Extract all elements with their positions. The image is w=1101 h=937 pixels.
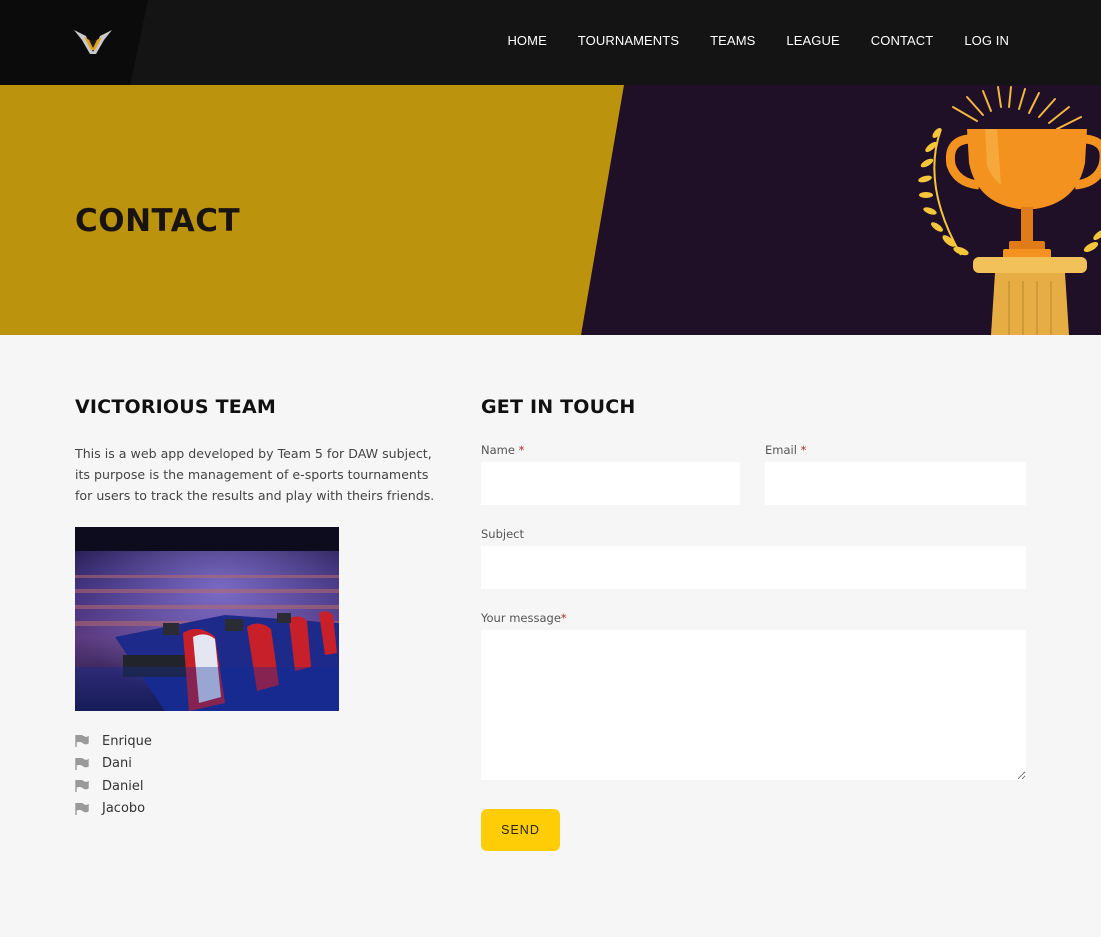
subject-field[interactable]: [481, 546, 1026, 589]
flag-icon: [75, 802, 89, 815]
subject-group: Subject: [481, 527, 1026, 589]
send-button[interactable]: SEND: [481, 809, 560, 851]
member-name: Dani: [102, 756, 132, 772]
hero-banner: CONTACT: [0, 85, 1101, 335]
nav-home[interactable]: HOME: [507, 33, 546, 48]
contact-heading: GET IN TOUCH: [481, 396, 636, 418]
name-group: Name *: [481, 443, 740, 505]
flag-icon: [75, 735, 89, 748]
victorious-v-logo[interactable]: [74, 26, 112, 56]
email-label-text: Email: [765, 443, 797, 457]
main-nav: HOME TOURNAMENTS TEAMS LEAGUE CONTACT LO…: [476, 33, 1009, 48]
required-mark: *: [800, 443, 807, 457]
top-navbar: HOME TOURNAMENTS TEAMS LEAGUE CONTACT LO…: [0, 0, 1101, 85]
list-item: Dani: [75, 753, 152, 776]
list-item: Daniel: [75, 775, 152, 798]
trophy-icon: [918, 86, 1101, 335]
flag-icon: [75, 757, 89, 770]
about-text: This is a web app developed by Team 5 fo…: [75, 446, 435, 503]
required-mark: *: [518, 443, 525, 457]
nav-contact[interactable]: CONTACT: [871, 33, 934, 48]
page-title: CONTACT: [75, 203, 241, 239]
message-field[interactable]: [481, 630, 1026, 780]
required-mark: *: [560, 611, 567, 625]
list-item: Enrique: [75, 730, 152, 753]
list-item: Jacobo: [75, 798, 152, 821]
subject-label: Subject: [481, 527, 524, 541]
nav-teams[interactable]: TEAMS: [710, 33, 755, 48]
nav-login[interactable]: LOG IN: [964, 33, 1009, 48]
email-group: Email *: [765, 443, 1026, 505]
name-label-text: Name: [481, 443, 515, 457]
about-heading: VICTORIOUS TEAM: [75, 396, 276, 418]
esports-arena-photo: [75, 527, 339, 711]
about-section: VICTORIOUS TEAM This is a web app develo…: [75, 396, 450, 816]
member-name: Enrique: [102, 733, 152, 749]
message-group: Your message*: [481, 611, 1026, 780]
member-name: Jacobo: [102, 801, 146, 817]
name-label: Name *: [481, 443, 740, 462]
name-field[interactable]: [481, 462, 740, 505]
email-label: Email *: [765, 443, 1026, 462]
message-label-text: Your message: [481, 611, 561, 625]
nav-league[interactable]: LEAGUE: [786, 33, 839, 48]
email-field[interactable]: [765, 462, 1026, 505]
team-member-list: Enrique Dani Daniel Jacobo: [75, 730, 152, 820]
contact-form-section: GET IN TOUCH Name * Email * Subject Your…: [481, 396, 1026, 851]
nav-tournaments[interactable]: TOURNAMENTS: [578, 33, 679, 48]
flag-icon: [75, 780, 89, 793]
message-label: Your message*: [481, 611, 1026, 630]
member-name: Daniel: [102, 778, 144, 794]
